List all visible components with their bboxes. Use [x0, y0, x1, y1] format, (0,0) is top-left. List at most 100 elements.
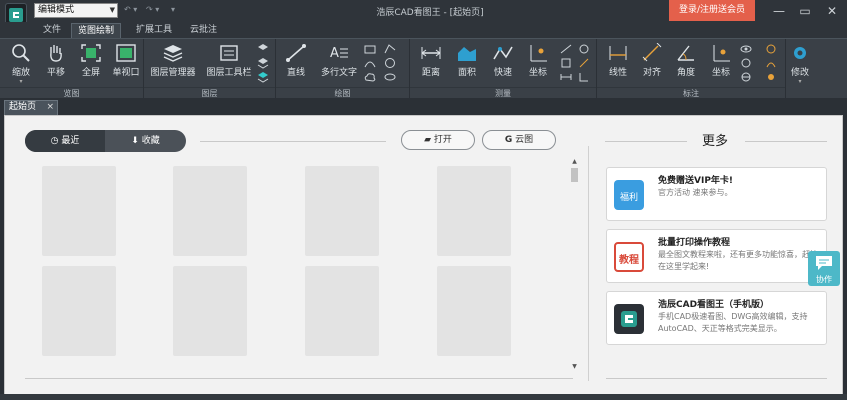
card-title: 批量打印操作教程	[658, 238, 731, 248]
maximize-button[interactable]: ▭	[793, 2, 817, 20]
recent-file-thumbnail[interactable]	[42, 166, 116, 256]
tab-extend-tools[interactable]: 扩展工具	[130, 23, 178, 38]
eye-icon[interactable]	[740, 43, 752, 55]
line-button[interactable]: 直线	[276, 42, 316, 80]
ribbon-group-layer: 图层管理器 图层工具栏 图层	[144, 39, 276, 99]
layer-small-icon[interactable]	[257, 57, 269, 69]
document-tab-strip: 起始页 ×	[0, 98, 847, 115]
close-button[interactable]: ✕	[820, 2, 844, 20]
ribbon-group-measure: 距离 面积 快速 坐标 测量	[410, 39, 597, 99]
angle-label: 角度	[676, 68, 695, 78]
login-register-button[interactable]: 登录/注册送会员	[669, 0, 755, 21]
measure-small-icon[interactable]	[578, 71, 590, 83]
gift-icon: 福利	[614, 180, 644, 210]
modify-button[interactable]: 修改 ▾	[786, 42, 814, 85]
measure-small-icon[interactable]	[560, 71, 572, 83]
chevron-down-icon: ▼	[109, 6, 115, 14]
tab-cloud-annotation[interactable]: 云批注	[184, 23, 223, 38]
arc-icon[interactable]	[364, 57, 376, 69]
minimize-button[interactable]: —	[767, 2, 791, 20]
scroll-up-icon[interactable]: ▲	[570, 158, 579, 166]
circle-icon[interactable]	[384, 57, 396, 69]
cloud-drawing-button[interactable]: G 云图	[482, 130, 556, 150]
dim-small-icon[interactable]	[765, 71, 777, 83]
coordinate-button[interactable]: 坐标	[518, 42, 558, 80]
divider	[605, 141, 687, 142]
measure-small-icon[interactable]	[578, 57, 590, 69]
ribbon-group-label: 标注	[597, 87, 785, 98]
layer-toolbar-button[interactable]: 图层工具栏	[202, 42, 256, 80]
tab-file[interactable]: 文件	[37, 23, 67, 38]
title-bar: 编辑模式 ▼ ↶ ▾ ↷ ▾ ▾ 浩辰CAD看图王 - [起始页] 登录/注册送…	[0, 0, 847, 29]
dim-small-icon[interactable]	[765, 57, 777, 69]
pan-button[interactable]: 平移	[36, 42, 76, 80]
layer-small-icon[interactable]	[257, 43, 269, 55]
more-section-header: 更多	[605, 128, 827, 149]
coordinate-dim-label: 坐标	[711, 68, 730, 78]
layer-toolbar-label: 图层工具栏	[206, 68, 252, 78]
layer-manager-label: 图层管理器	[150, 68, 196, 78]
quick-measure-button[interactable]: 快速	[483, 42, 523, 80]
layer-small-icon[interactable]	[257, 71, 269, 83]
chat-icon	[816, 256, 832, 270]
angle-dim-button[interactable]: 角度	[666, 42, 706, 80]
more-title: 更多	[701, 134, 728, 149]
layer-manager-button[interactable]: 图层管理器	[146, 42, 200, 80]
recent-file-thumbnail[interactable]	[173, 166, 247, 256]
mode-select[interactable]: 编辑模式 ▼	[34, 3, 118, 18]
undo-icon[interactable]: ↶ ▾	[124, 5, 137, 14]
dim-small-icon[interactable]	[765, 43, 777, 55]
card-title: 浩辰CAD看图王（手机版）	[658, 300, 770, 310]
tab-view-draw[interactable]: 览图绘制	[71, 23, 122, 38]
area-button[interactable]: 面积	[447, 42, 487, 80]
vertical-scrollbar[interactable]: ▲ ▼	[570, 158, 579, 371]
zoom-button[interactable]: 缩放 ▾	[1, 42, 41, 85]
layers-icon	[163, 45, 183, 62]
promo-card-vip[interactable]: 福利 免费赠送VIP年卡! 官方活动 速来参与。	[606, 167, 827, 221]
recent-file-thumbnail[interactable]	[437, 266, 511, 356]
dim-small-icon[interactable]	[740, 71, 752, 83]
recent-favorites-toggle: ◷ 最近 ⬇ 收藏	[25, 130, 186, 152]
single-viewport-button[interactable]: 单视口	[106, 42, 146, 80]
quick-access-dropdown-icon[interactable]: ▾	[171, 5, 175, 14]
distance-button[interactable]: 距离	[411, 42, 451, 80]
open-button[interactable]: ▰ 打开	[401, 130, 475, 150]
quick-measure-icon	[493, 46, 513, 60]
redo-icon[interactable]: ↷ ▾	[146, 5, 159, 14]
ellipse-icon[interactable]	[384, 71, 396, 83]
recent-file-thumbnail[interactable]	[305, 166, 379, 256]
fullscreen-button[interactable]: 全屏	[71, 42, 111, 80]
dim-small-icon[interactable]	[740, 57, 752, 69]
line-label: 直线	[286, 68, 305, 78]
scroll-down-icon[interactable]: ▼	[570, 363, 579, 371]
mode-select-value: 编辑模式	[38, 5, 75, 15]
aligned-dim-icon	[642, 43, 662, 62]
recent-tab[interactable]: ◷ 最近	[25, 130, 105, 152]
measure-small-icon[interactable]	[578, 43, 590, 55]
collaboration-button[interactable]: 协作	[808, 251, 840, 286]
measure-small-icon[interactable]	[560, 43, 572, 55]
recent-file-thumbnail[interactable]	[173, 266, 247, 356]
tutorial-icon: 教程	[614, 242, 644, 272]
cloud-icon[interactable]	[364, 71, 376, 83]
coordinate-dim-button[interactable]: 坐标	[701, 42, 741, 80]
zoom-label: 缩放	[11, 68, 30, 78]
tab-start-page[interactable]: 起始页 ×	[4, 100, 58, 115]
recent-file-thumbnail[interactable]	[305, 266, 379, 356]
measure-small-icon[interactable]	[560, 57, 572, 69]
close-icon[interactable]: ×	[46, 101, 54, 114]
window-title: 浩辰CAD看图王 - [起始页]	[376, 8, 484, 18]
polyline-icon[interactable]	[384, 43, 396, 55]
collaboration-label: 协作	[816, 275, 832, 284]
promo-card-tutorial[interactable]: 教程 批量打印操作教程 最全图文教程来啦，还有更多功能惊喜，赶快在这里学起来!	[606, 229, 827, 283]
tutorial-icon-label: 教程	[619, 255, 639, 266]
favorites-tab[interactable]: ⬇ 收藏	[105, 130, 186, 152]
recent-file-thumbnail[interactable]	[42, 266, 116, 356]
mtext-button[interactable]: A 多行文字	[314, 42, 364, 80]
rectangle-icon[interactable]	[364, 43, 376, 55]
fullscreen-icon	[81, 44, 101, 62]
scrollbar-thumb[interactable]	[571, 168, 578, 182]
card-description: 官方活动 速来参与。	[658, 188, 733, 197]
recent-file-thumbnail[interactable]	[437, 166, 511, 256]
promo-card-mobile[interactable]: 浩辰CAD看图王（手机版） 手机CAD极速看图、DWG高效编辑，支持AutoCA…	[606, 291, 827, 345]
